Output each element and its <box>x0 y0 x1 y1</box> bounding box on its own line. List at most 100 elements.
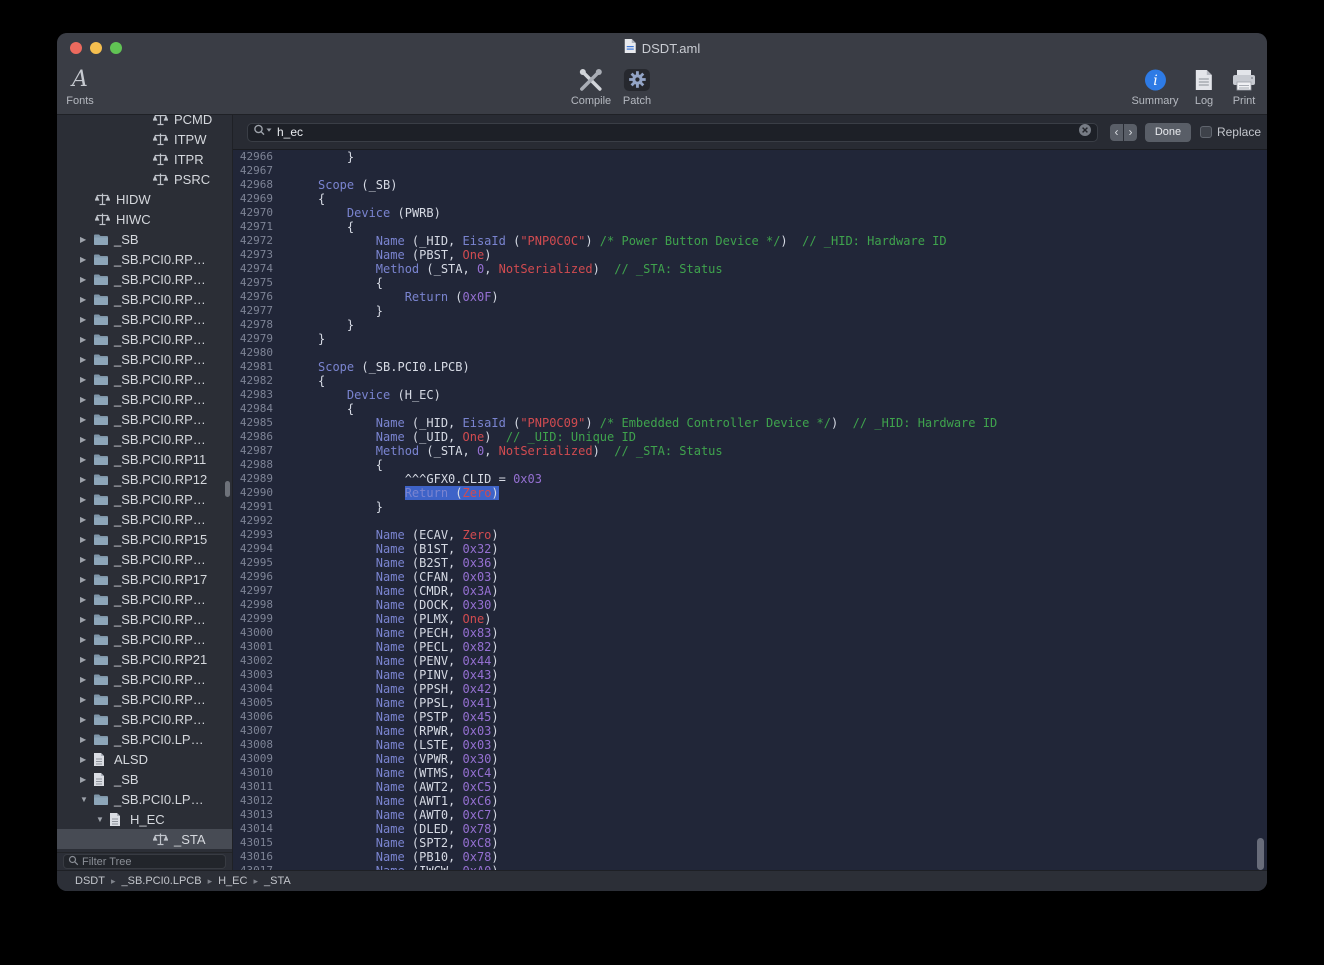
code-line[interactable]: 43012 Name (AWT1, 0xC6) <box>233 794 1267 808</box>
code-line[interactable]: 42967 <box>233 164 1267 178</box>
disclosure-collapsed-icon[interactable]: ▶ <box>79 235 93 244</box>
disclosure-collapsed-icon[interactable]: ▶ <box>79 695 93 704</box>
editor-scrollbar-thumb[interactable] <box>1257 838 1264 870</box>
code-line[interactable]: 43006 Name (PSTP, 0x45) <box>233 710 1267 724</box>
disclosure-collapsed-icon[interactable]: ▶ <box>79 615 93 624</box>
code-line[interactable]: 42976 Return (0x0F) <box>233 290 1267 304</box>
code-line[interactable]: 42974 Method (_STA, 0, NotSerialized) //… <box>233 262 1267 276</box>
code-line[interactable]: 43013 Name (AWT0, 0xC7) <box>233 808 1267 822</box>
code-line[interactable]: 43011 Name (AWT2, 0xC5) <box>233 780 1267 794</box>
tree-item-_SBPCI0RP[interactable]: ▶_SB.PCI0.RP… <box>57 349 232 369</box>
code-line[interactable]: 42982{ <box>233 374 1267 388</box>
disclosure-collapsed-icon[interactable]: ▶ <box>79 715 93 724</box>
disclosure-expanded-icon[interactable]: ▼ <box>95 815 109 824</box>
code-line[interactable]: 42966 } <box>233 150 1267 164</box>
code-line[interactable]: 43001 Name (PECL, 0x82) <box>233 640 1267 654</box>
code-line[interactable]: 42989 ^^^GFX0.CLID = 0x03 <box>233 472 1267 486</box>
disclosure-collapsed-icon[interactable]: ▶ <box>79 275 93 284</box>
disclosure-collapsed-icon[interactable]: ▶ <box>79 475 93 484</box>
tree-item-_SBPCI0RP[interactable]: ▶_SB.PCI0.RP… <box>57 549 232 569</box>
zoom-button[interactable] <box>110 42 122 54</box>
summary-button[interactable]: i Summary <box>1131 66 1178 107</box>
tree-item-_SBPCI0RP[interactable]: ▶_SB.PCI0.RP… <box>57 629 232 649</box>
code-line[interactable]: 42983 Device (H_EC) <box>233 388 1267 402</box>
code-line[interactable]: 42995 Name (B2ST, 0x36) <box>233 556 1267 570</box>
disclosure-collapsed-icon[interactable]: ▶ <box>79 355 93 364</box>
tree-item-_SBPCI0LP[interactable]: ▼_SB.PCI0.LP… <box>57 789 232 809</box>
code-line[interactable]: 42993 Name (ECAV, Zero) <box>233 528 1267 542</box>
disclosure-collapsed-icon[interactable]: ▶ <box>79 535 93 544</box>
code-line[interactable]: 42970 Device (PWRB) <box>233 206 1267 220</box>
code-line[interactable]: 42977 } <box>233 304 1267 318</box>
patch-button[interactable]: Patch <box>623 66 651 107</box>
tree-item-_SBPCI0RP[interactable]: ▶_SB.PCI0.RP… <box>57 589 232 609</box>
tree-item-ITPW[interactable]: ITPW <box>57 129 232 149</box>
code-line[interactable]: 43014 Name (DLED, 0x78) <box>233 822 1267 836</box>
code-line[interactable]: 42979} <box>233 332 1267 346</box>
disclosure-collapsed-icon[interactable]: ▶ <box>79 555 93 564</box>
tree-item-_SBPCI0RP[interactable]: ▶_SB.PCI0.RP… <box>57 289 232 309</box>
code-line[interactable]: 43003 Name (PINV, 0x43) <box>233 668 1267 682</box>
code-line[interactable]: 42971 { <box>233 220 1267 234</box>
disclosure-collapsed-icon[interactable]: ▶ <box>79 755 93 764</box>
code-line[interactable]: 42969{ <box>233 192 1267 206</box>
tree-item-_SBPCI0RP[interactable]: ▶_SB.PCI0.RP… <box>57 249 232 269</box>
code-line[interactable]: 42996 Name (CFAN, 0x03) <box>233 570 1267 584</box>
tree-item-_SBPCI0RP[interactable]: ▶_SB.PCI0.RP… <box>57 409 232 429</box>
code-line[interactable]: 42975 { <box>233 276 1267 290</box>
code-line[interactable]: 43010 Name (WTMS, 0xC4) <box>233 766 1267 780</box>
code-line[interactable]: 42988 { <box>233 458 1267 472</box>
disclosure-collapsed-icon[interactable]: ▶ <box>79 675 93 684</box>
fonts-button[interactable]: A Fonts <box>66 66 94 107</box>
code-line[interactable]: 42997 Name (CMDR, 0x3A) <box>233 584 1267 598</box>
tree-item-_SBPCI0RP[interactable]: ▶_SB.PCI0.RP… <box>57 269 232 289</box>
tree-item-_SBPCI0RP[interactable]: ▶_SB.PCI0.RP… <box>57 369 232 389</box>
code-line[interactable]: 43016 Name (PB10, 0x78) <box>233 850 1267 864</box>
disclosure-collapsed-icon[interactable]: ▶ <box>79 395 93 404</box>
tree-item-_SBPCI0RP21[interactable]: ▶_SB.PCI0.RP21 <box>57 649 232 669</box>
disclosure-collapsed-icon[interactable]: ▶ <box>79 315 93 324</box>
disclosure-expanded-icon[interactable]: ▼ <box>79 795 93 804</box>
code-line[interactable]: 43008 Name (LSTE, 0x03) <box>233 738 1267 752</box>
tree-item-_SBPCI0RP[interactable]: ▶_SB.PCI0.RP… <box>57 669 232 689</box>
tree-item-_SBPCI0RP[interactable]: ▶_SB.PCI0.RP… <box>57 709 232 729</box>
code-line[interactable]: 42981Scope (_SB.PCI0.LPCB) <box>233 360 1267 374</box>
clear-search-icon[interactable] <box>1078 123 1092 142</box>
code-line[interactable]: 43007 Name (RPWR, 0x03) <box>233 724 1267 738</box>
code-line[interactable]: 43002 Name (PENV, 0x44) <box>233 654 1267 668</box>
code-line[interactable]: 42978 } <box>233 318 1267 332</box>
tree-item-_SBPCI0RP[interactable]: ▶_SB.PCI0.RP… <box>57 389 232 409</box>
disclosure-collapsed-icon[interactable]: ▶ <box>79 655 93 664</box>
code-line[interactable]: 42998 Name (DOCK, 0x30) <box>233 598 1267 612</box>
disclosure-collapsed-icon[interactable]: ▶ <box>79 335 93 344</box>
tree-item-PCMD[interactable]: PCMD <box>57 115 232 129</box>
code-line[interactable]: 42987 Method (_STA, 0, NotSerialized) //… <box>233 444 1267 458</box>
log-button[interactable]: Log <box>1195 66 1213 107</box>
tree-item-_SBPCI0RP[interactable]: ▶_SB.PCI0.RP… <box>57 689 232 709</box>
tree-item-_SBPCI0RP[interactable]: ▶_SB.PCI0.RP… <box>57 609 232 629</box>
disclosure-collapsed-icon[interactable]: ▶ <box>79 575 93 584</box>
tree-item-_SBPCI0RP[interactable]: ▶_SB.PCI0.RP… <box>57 429 232 449</box>
tree-item-_SBPCI0RP17[interactable]: ▶_SB.PCI0.RP17 <box>57 569 232 589</box>
done-button[interactable]: Done <box>1145 123 1191 142</box>
disclosure-collapsed-icon[interactable]: ▶ <box>79 455 93 464</box>
disclosure-collapsed-icon[interactable]: ▶ <box>79 735 93 744</box>
close-button[interactable] <box>70 42 82 54</box>
tree-item-_SBPCI0RP[interactable]: ▶_SB.PCI0.RP… <box>57 509 232 529</box>
tree-item-_SB[interactable]: ▶_SB <box>57 229 232 249</box>
breadcrumb-item[interactable]: DSDT <box>75 875 105 887</box>
tree-item-_SBPCI0RP[interactable]: ▶_SB.PCI0.RP… <box>57 329 232 349</box>
tree-item-_SB[interactable]: ▶_SB <box>57 769 232 789</box>
code-line[interactable]: 42994 Name (B1ST, 0x32) <box>233 542 1267 556</box>
code-line[interactable]: 43000 Name (PECH, 0x83) <box>233 626 1267 640</box>
code-line[interactable]: 42990 Return (Zero) <box>233 486 1267 500</box>
tree-item-_STA[interactable]: _STA <box>57 829 232 849</box>
find-next-button[interactable]: › <box>1124 124 1137 141</box>
disclosure-collapsed-icon[interactable]: ▶ <box>79 515 93 524</box>
disclosure-collapsed-icon[interactable]: ▶ <box>79 255 93 264</box>
tree-item-ITPR[interactable]: ITPR <box>57 149 232 169</box>
code-line[interactable]: 43005 Name (PPSL, 0x41) <box>233 696 1267 710</box>
code-line[interactable]: 42973 Name (PBST, One) <box>233 248 1267 262</box>
code-line[interactable]: 42992 <box>233 514 1267 528</box>
filter-tree-input[interactable]: Filter Tree <box>63 854 226 869</box>
